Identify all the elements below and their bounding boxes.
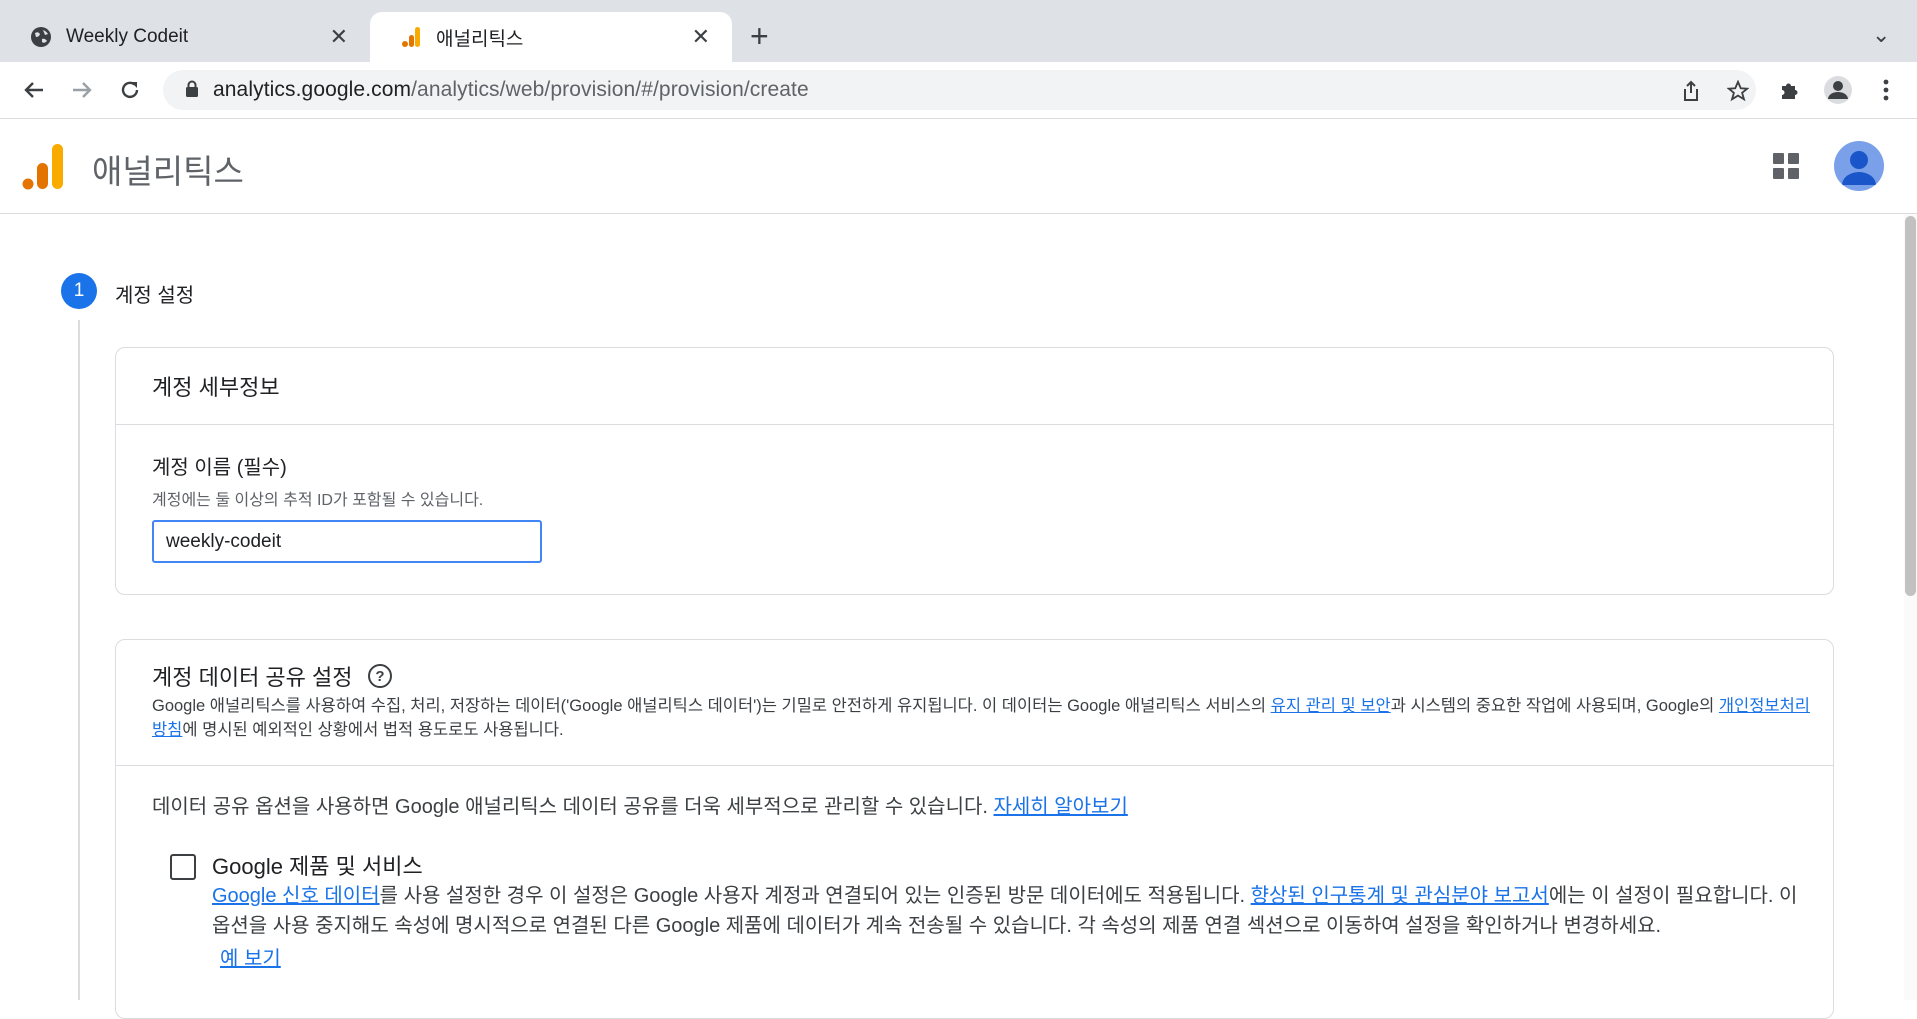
- maintenance-security-link[interactable]: 유지 관리 및 보안: [1271, 697, 1391, 715]
- card-header: 계정 데이터 공유 설정 ? Google 애널리틱스를 사용하여 수집, 처리…: [116, 640, 1833, 766]
- app-header: 애널리틱스: [0, 119, 1917, 214]
- reload-icon[interactable]: [112, 72, 148, 108]
- scrollbar-thumb[interactable]: [1905, 216, 1916, 596]
- tab-title: 애널리틱스: [436, 28, 524, 50]
- step-label: 계정 설정: [115, 285, 195, 307]
- help-circle-icon[interactable]: ?: [368, 664, 392, 688]
- card-title: 계정 세부정보: [152, 375, 280, 400]
- tab-title: Weekly Codeit: [66, 26, 189, 47]
- apps-grid-icon[interactable]: [1773, 153, 1799, 179]
- data-sharing-description: Google 애널리틱스를 사용하여 수집, 처리, 저장하는 데이터('Goo…: [152, 697, 1810, 739]
- option-title: Google 제품 및 서비스: [212, 854, 423, 879]
- learn-more-link[interactable]: 자세히 알아보기: [993, 796, 1127, 818]
- analytics-logo-icon[interactable]: [22, 144, 64, 195]
- new-tab-button[interactable]: +: [750, 18, 769, 55]
- data-sharing-intro: 데이터 공유 옵션을 사용하면 Google 애널리틱스 데이터 공유를 더욱 …: [152, 796, 1128, 818]
- demographics-report-link[interactable]: 향상된 인구통계 및 관심분야 보고서: [1251, 885, 1549, 907]
- avatar[interactable]: [1834, 141, 1884, 191]
- forward-arrow-icon[interactable]: [64, 72, 100, 108]
- step-number: 1: [61, 273, 97, 309]
- google-products-checkbox[interactable]: [170, 854, 196, 880]
- see-example-link[interactable]: 예 보기: [220, 942, 281, 971]
- data-sharing-card: 계정 데이터 공유 설정 ? Google 애널리틱스를 사용하여 수집, 처리…: [115, 639, 1834, 1019]
- account-name-help: 계정에는 둘 이상의 추적 ID가 포함될 수 있습니다.: [152, 492, 484, 509]
- card-title: 계정 데이터 공유 설정: [152, 665, 353, 690]
- globe-icon: [30, 26, 52, 48]
- bookmark-star-icon[interactable]: [1723, 76, 1753, 106]
- google-signals-link[interactable]: Google 신호 데이터: [212, 885, 380, 907]
- close-icon[interactable]: ✕: [692, 24, 710, 50]
- card-header: 계정 세부정보: [116, 348, 1833, 425]
- tab-analytics[interactable]: 애널리틱스 ✕: [370, 12, 732, 62]
- step-connector: [78, 320, 80, 1000]
- back-arrow-icon[interactable]: [16, 72, 52, 108]
- analytics-logo-icon: [400, 26, 422, 48]
- share-icon[interactable]: [1676, 76, 1706, 106]
- account-details-card: 계정 세부정보 계정 이름 (필수) 계정에는 둘 이상의 추적 ID가 포함될…: [115, 347, 1834, 595]
- option-description: Google 신호 데이터를 사용 설정한 경우 이 설정은 Google 사용…: [212, 885, 1798, 937]
- lock-icon: [185, 80, 199, 103]
- url-text: analytics.google.com/analytics/web/provi…: [213, 78, 809, 101]
- browser-toolbar: analytics.google.com/analytics/web/provi…: [0, 62, 1917, 119]
- address-bar[interactable]: analytics.google.com/analytics/web/provi…: [163, 70, 1756, 110]
- close-icon[interactable]: ✕: [330, 24, 348, 50]
- account-name-label: 계정 이름 (필수): [152, 457, 287, 479]
- chevron-down-icon[interactable]: ⌄: [1872, 22, 1890, 48]
- tab-strip: Weekly Codeit ✕ 애널리틱스 ✕ + ⌄: [0, 0, 1917, 62]
- extensions-icon[interactable]: [1772, 72, 1808, 108]
- profile-icon[interactable]: [1820, 72, 1856, 108]
- app-title: 애널리틱스: [92, 153, 244, 190]
- account-name-input[interactable]: weekly-codeit: [152, 520, 542, 563]
- kebab-menu-icon[interactable]: [1868, 72, 1904, 108]
- tab-weekly-codeit[interactable]: Weekly Codeit ✕: [0, 12, 370, 62]
